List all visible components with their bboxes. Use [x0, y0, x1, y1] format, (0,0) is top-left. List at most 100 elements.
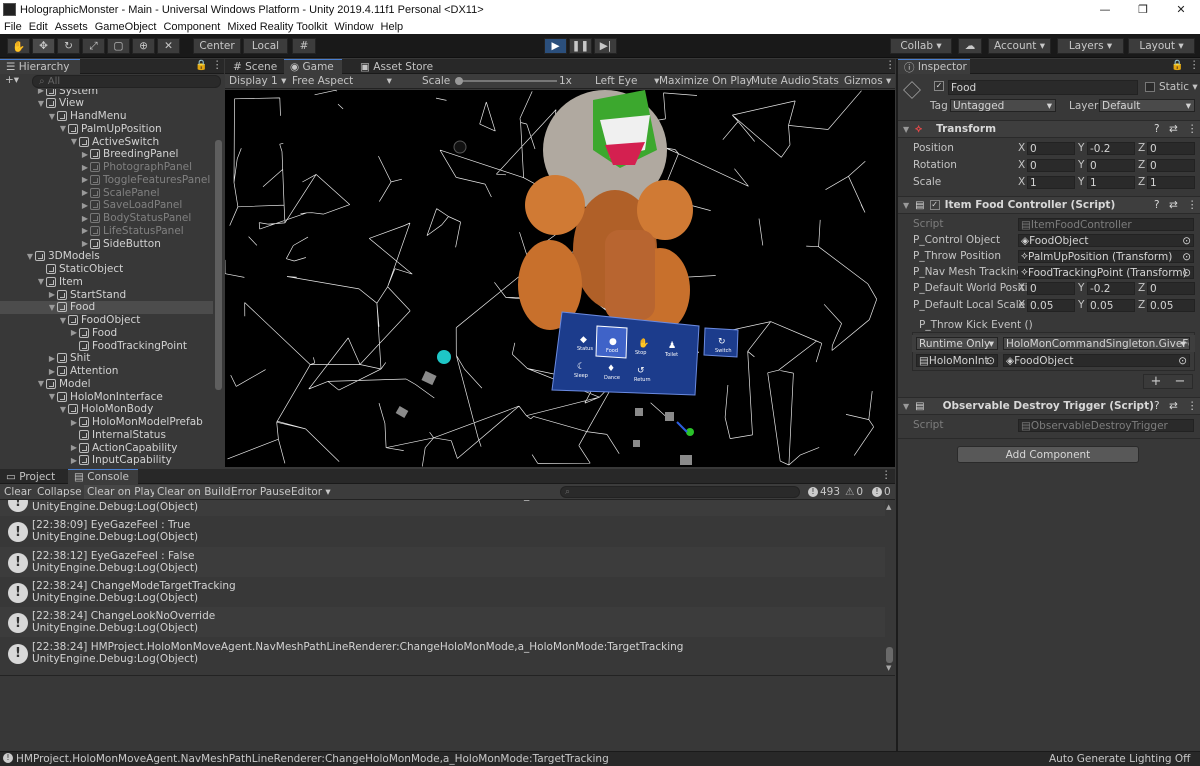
hierarchy-search-input[interactable]: ⌕ All [32, 75, 221, 88]
hierarchy-item[interactable]: ▶ ToggleFeaturesPanel [0, 173, 213, 186]
close-button[interactable]: ✕ [1158, 0, 1200, 19]
transform-y-field[interactable]: 1 [1087, 176, 1135, 189]
hierarchy-item[interactable]: ▶ Food [0, 326, 213, 339]
hand-menu-label[interactable]: Status [577, 346, 593, 352]
object-picker-icon[interactable]: ⊙ [1178, 355, 1187, 366]
menu-edit[interactable]: Edit [25, 21, 51, 33]
console-error-pause-toggle[interactable]: Error Pause [228, 485, 294, 499]
object-reference-field[interactable]: ⟡ FoodTrackingPoint (Transform) ⊙ [1018, 266, 1194, 279]
hierarchy-item[interactable]: ▶ Shit [0, 352, 213, 365]
chevron-right-icon[interactable]: ▶ [80, 201, 90, 210]
console-clear-button[interactable]: Clear [1, 485, 34, 499]
chevron-right-icon[interactable]: ▶ [80, 150, 90, 159]
move-tool-icon[interactable]: ✥ [32, 38, 55, 54]
more-menu-icon[interactable]: ⋮ [885, 59, 896, 71]
tag-dropdown[interactable]: Untagged ▾ [950, 99, 1056, 112]
hand-menu-label[interactable]: Sleep [574, 373, 588, 379]
lock-icon[interactable]: 🔒 [195, 60, 207, 71]
hierarchy-item[interactable]: ▶ SideButton [0, 237, 213, 250]
local-y-field[interactable]: 0.05 [1087, 299, 1135, 312]
tab-scene[interactable]: # Scene [227, 59, 282, 74]
more-menu-icon[interactable]: ⋮ [212, 59, 223, 71]
more-menu-icon[interactable]: ⋮ [1187, 199, 1198, 211]
console-clear-on-play-toggle[interactable]: Clear on Play [84, 485, 160, 499]
scroll-down-icon[interactable]: ▼ [886, 664, 891, 672]
scale-slider-thumb[interactable] [455, 77, 463, 85]
add-component-button[interactable]: Add Component [957, 446, 1139, 463]
rect-tool-icon[interactable]: ▢ [107, 38, 130, 54]
hand-menu-label[interactable]: Stop [635, 350, 646, 356]
menu-assets[interactable]: Assets [51, 21, 91, 33]
function-dropdown[interactable]: HoloMonCommandSingleton.GiveFo ▾ [1003, 337, 1190, 350]
chevron-down-icon[interactable]: ▼ [69, 137, 79, 146]
transform-tool-icon[interactable]: ⊕ [132, 38, 155, 54]
hierarchy-item[interactable]: ▼ 3DModels [0, 250, 213, 263]
object-picker-icon[interactable]: ⊙ [1182, 267, 1191, 278]
object-name-input[interactable]: Food [948, 80, 1138, 95]
hierarchy-item[interactable]: ▶ LifeStatusPanel [0, 224, 213, 237]
chevron-right-icon[interactable]: ▶ [36, 89, 46, 95]
hierarchy-item[interactable]: ▼ Item [0, 275, 213, 288]
object-reference-field[interactable]: ⟡ PalmUpPosition (Transform) ⊙ [1018, 250, 1194, 263]
hierarchy-item[interactable]: ▶ HoloMonModelPrefab [0, 416, 213, 429]
local-x-field[interactable]: 0.05 [1027, 299, 1075, 312]
hierarchy-item[interactable]: ▼ HoloMonInterface [0, 390, 213, 403]
add-event-icon[interactable]: + [1151, 374, 1162, 389]
menu-mrtk[interactable]: Mixed Reality Toolkit [223, 21, 330, 33]
component-enabled-checkbox[interactable]: ✓ [929, 200, 940, 210]
transform-x-field[interactable]: 1 [1027, 176, 1075, 189]
chevron-down-icon[interactable]: ▼ [25, 252, 35, 261]
event-target-field[interactable]: ▤ HoloMonInt ⊙ [916, 354, 998, 367]
world-y-field[interactable]: -0.2 [1087, 282, 1135, 295]
transform-y-field[interactable]: -0.2 [1087, 142, 1135, 155]
tab-project[interactable]: ▭ Project [0, 469, 66, 484]
menu-window[interactable]: Window [330, 21, 376, 33]
hierarchy-item[interactable]: ▼ FoodObject [0, 314, 213, 327]
static-dropdown[interactable]: Static ▾ [1159, 80, 1198, 94]
menu-help[interactable]: Help [377, 21, 407, 33]
chevron-right-icon[interactable]: ▶ [47, 367, 57, 376]
chevron-right-icon[interactable]: ▶ [69, 328, 79, 337]
preset-icon[interactable]: ⇄ [1169, 123, 1178, 135]
object-picker-icon[interactable]: ⊙ [986, 355, 995, 366]
gizmos-dropdown[interactable]: Gizmos ▾ [844, 74, 891, 88]
hierarchy-item[interactable]: ▶ Attention [0, 365, 213, 378]
hierarchy-item[interactable]: ▶ PhotographPanel [0, 161, 213, 174]
console-log-entry[interactable]: ! [22:38:12] EyeGazeFeel : False UnityEngi… [0, 546, 885, 577]
game-viewport[interactable]: ◆ Status ● Food ✋ Stop ♟ Toilet ☾ Sleep ♦ Dance ↺ Ret… [225, 90, 895, 467]
hand-menu-label[interactable]: Dance [604, 375, 620, 381]
more-menu-icon[interactable]: ⋮ [1189, 59, 1200, 71]
hierarchy-item[interactable]: ▶ BodyStatusPanel [0, 212, 213, 225]
auto-lighting-status[interactable]: Auto Generate Lighting Off [1049, 753, 1190, 765]
console-log-entry[interactable]: ![22:38:09] HMProject.HoloMonMoveAgent.N… [0, 500, 885, 516]
pivot-local-button[interactable]: Local [243, 38, 288, 54]
hand-tool-icon[interactable]: ✋ [7, 38, 30, 54]
hierarchy-item[interactable]: ▼ PalmUpPosition [0, 122, 213, 135]
step-button[interactable]: ▶| [594, 38, 617, 54]
hand-menu-label[interactable]: Food [606, 348, 618, 354]
hand-menu-label[interactable]: Return [634, 377, 651, 383]
transform-z-field[interactable]: 0 [1147, 159, 1195, 172]
chevron-right-icon[interactable]: ▶ [80, 175, 90, 184]
console-log-entry[interactable]: ! [22:38:09] EyeGazeFeel : True UnityEngin… [0, 516, 885, 547]
runtime-only-dropdown[interactable]: Runtime Only ▾ [916, 337, 998, 350]
chevron-down-icon[interactable]: ▼ [36, 277, 46, 286]
add-object-button[interactable]: +▾ [5, 74, 19, 86]
maximize-on-play-toggle[interactable]: Maximize On Play [659, 74, 752, 88]
local-z-field[interactable]: 0.05 [1147, 299, 1195, 312]
pause-button[interactable]: ❚❚ [569, 38, 592, 54]
console-editor-dropdown[interactable]: Editor ▾ [288, 485, 334, 499]
transform-z-field[interactable]: 1 [1147, 176, 1195, 189]
hierarchy-item[interactable]: ▼ Model [0, 377, 213, 390]
hierarchy-item[interactable]: InternalStatus [0, 428, 213, 441]
layer-dropdown[interactable]: Default ▾ [1099, 99, 1195, 112]
item-food-controller-header[interactable]: ▼ ▤ ✓ Item Food Controller (Script) ? ⇄ … [898, 196, 1200, 214]
display-dropdown[interactable]: Display 1 ▾ [229, 74, 286, 88]
transform-y-field[interactable]: 0 [1087, 159, 1135, 172]
hierarchy-item[interactable]: ▼ View [0, 97, 213, 110]
layout-dropdown[interactable]: Layout ▾ [1128, 38, 1195, 54]
hierarchy-item[interactable]: ▼ HoloMonBody [0, 403, 213, 416]
layers-dropdown[interactable]: Layers ▾ [1057, 38, 1124, 54]
collab-button[interactable]: Collab ▾ [890, 38, 952, 54]
hierarchy-item[interactable]: ▶ ActionCapability [0, 441, 213, 454]
